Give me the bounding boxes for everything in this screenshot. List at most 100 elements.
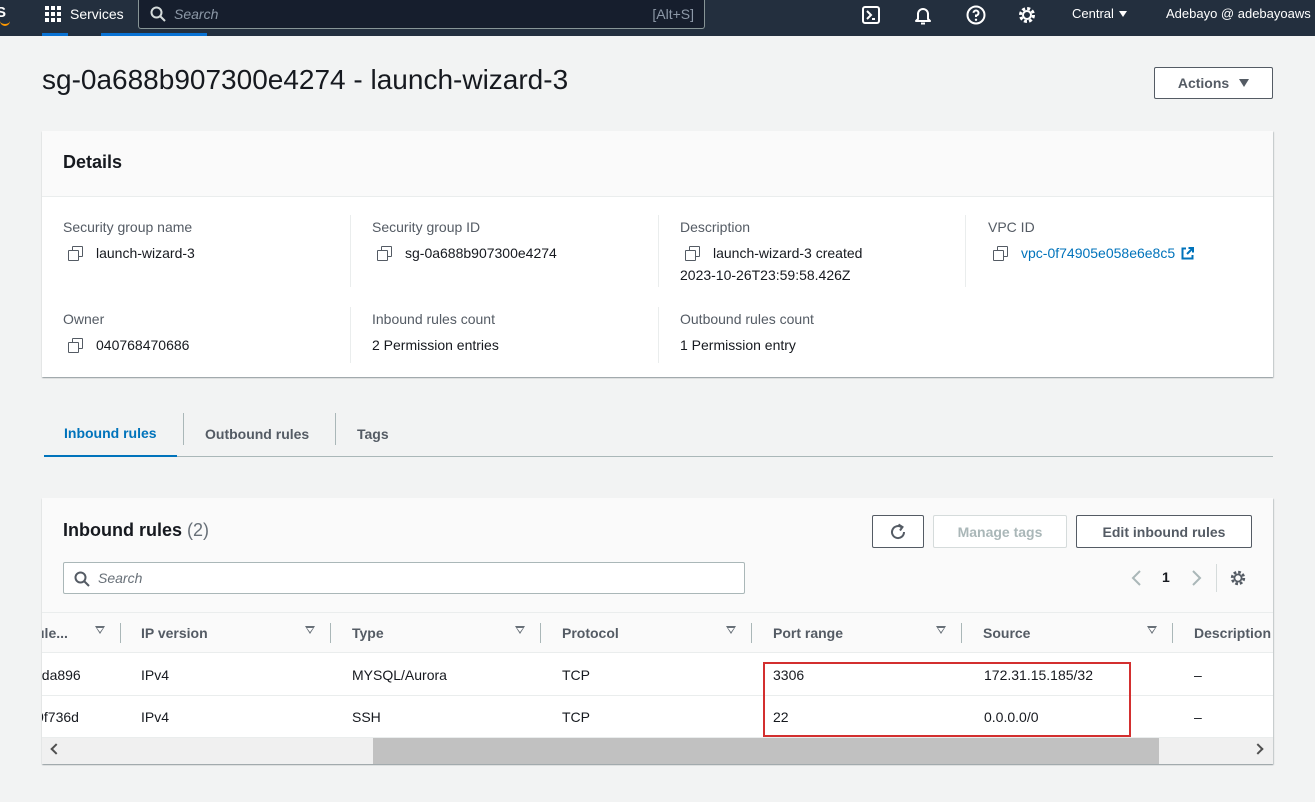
region-label: Central [1072, 6, 1114, 21]
cell-protocol: TCP [562, 709, 590, 725]
search-icon [74, 571, 90, 587]
copy-icon[interactable] [68, 338, 83, 353]
region-selector[interactable]: Central [1072, 6, 1127, 21]
details-panel: Details Security group name launch-wizar… [42, 131, 1273, 377]
sort-icon[interactable] [515, 626, 525, 634]
column-divider[interactable] [540, 623, 541, 643]
field-value: 2 Permission entries [372, 337, 499, 353]
chevron-left-icon[interactable] [1131, 570, 1143, 586]
breadcrumb-link-fragment[interactable] [42, 33, 68, 36]
column-header-description[interactable]: Description [1194, 625, 1271, 641]
sort-icon[interactable] [726, 626, 736, 634]
actions-dropdown-button[interactable]: Actions [1154, 67, 1273, 99]
top-navigation: S Services Search [Alt+S] Central Adebay… [0, 0, 1315, 36]
chevron-down-icon [1118, 11, 1127, 17]
field-label: Owner [63, 311, 105, 327]
scroll-right-arrow-icon[interactable] [1252, 743, 1264, 755]
sort-icon[interactable] [936, 626, 946, 634]
refresh-button[interactable] [872, 515, 924, 548]
inbound-rules-count-field: Inbound rules count 2 Permission entries [372, 311, 652, 356]
vpc-id-text: vpc-0f74905e058e6e8c5 [1021, 245, 1176, 261]
cell-rule-id[interactable]: 8da896 [42, 667, 81, 683]
table-row[interactable]: l9f736d IPv4 SSH TCP 22 0.0.0.0/0 – [42, 696, 1273, 738]
cell-type: SSH [352, 709, 381, 725]
cell-port-range: 3306 [773, 667, 805, 683]
account-menu[interactable]: Adebayo @ adebayoaws [1166, 6, 1311, 21]
search-icon [150, 6, 166, 22]
column-divider[interactable] [961, 623, 962, 643]
copy-icon[interactable] [993, 246, 1008, 261]
edit-inbound-rules-button[interactable]: Edit inbound rules [1076, 515, 1252, 548]
field-label: Security group name [63, 219, 193, 235]
services-menu-button[interactable]: Services [45, 0, 124, 28]
account-label: Adebayo @ adebayoaws [1166, 6, 1311, 21]
column-header-type[interactable]: Type [352, 625, 384, 641]
details-heading: Details [42, 131, 1273, 197]
description-field: Description launch-wizard-3 created 2023… [680, 219, 960, 286]
sort-icon[interactable] [1147, 626, 1157, 634]
field-value: launch-wizard-3 created [713, 245, 863, 261]
aws-logo[interactable]: S [0, 4, 14, 30]
divider [1216, 564, 1217, 592]
copy-icon[interactable] [377, 246, 392, 261]
cell-type: MYSQL/Aurora [352, 667, 447, 683]
tab-outbound-rules[interactable]: Outbound rules [184, 410, 330, 457]
cell-ip-version: IPv4 [141, 667, 170, 683]
vpc-id-link[interactable]: vpc-0f74905e058e6e8c5 [1021, 242, 1195, 264]
scroll-left-arrow-icon[interactable] [50, 743, 62, 755]
horizontal-scrollbar[interactable] [42, 738, 1273, 764]
column-header-protocol[interactable]: Protocol [562, 625, 619, 641]
cell-port-range: 22 [773, 709, 789, 725]
field-value: sg-0a688b907300e4274 [405, 245, 557, 261]
column-header-port-range[interactable]: Port range [773, 625, 843, 641]
field-value: 1 Permission entry [680, 337, 796, 353]
column-divider[interactable] [751, 623, 752, 643]
cell-source: 0.0.0.0/0 [984, 709, 1039, 725]
column-header-ip-version[interactable]: IP version [141, 625, 208, 641]
cloudshell-icon[interactable] [861, 5, 881, 25]
rules-heading: Inbound rules (2) [63, 520, 209, 541]
breadcrumb-link-fragment[interactable] [101, 33, 207, 36]
column-header-source[interactable]: Source [983, 625, 1030, 641]
page-title: sg-0a688b907300e4274 - launch-wizard-3 [42, 64, 569, 95]
rules-count: (2) [187, 520, 210, 540]
table-header: ule... IP version Type Protocol Port ran… [42, 612, 1273, 653]
column-divider[interactable] [120, 623, 121, 643]
notifications-bell-icon[interactable] [913, 5, 933, 25]
column-divider[interactable] [1172, 623, 1173, 643]
preferences-gear-icon[interactable] [1229, 569, 1247, 587]
sort-icon[interactable] [305, 626, 315, 634]
grid-icon [45, 6, 61, 22]
copy-icon[interactable] [685, 246, 700, 261]
chevron-right-icon[interactable] [1190, 570, 1202, 586]
copy-icon[interactable] [68, 246, 83, 261]
field-label: Description [680, 219, 751, 235]
cell-rule-id[interactable]: l9f736d [42, 709, 79, 725]
scrollbar-thumb[interactable] [373, 738, 1159, 764]
search-shortcut: [Alt+S] [652, 6, 694, 22]
divider [658, 307, 659, 363]
vpc-id-field: VPC ID vpc-0f74905e058e6e8c5 [988, 219, 1268, 264]
column-divider[interactable] [330, 623, 331, 643]
global-search-input[interactable]: Search [Alt+S] [138, 0, 705, 29]
owner-field: Owner 040768470686 [63, 311, 343, 356]
sort-icon[interactable] [95, 626, 105, 634]
caret-down-icon [1239, 79, 1250, 87]
table-row[interactable]: 8da896 IPv4 MYSQL/Aurora TCP 3306 172.31… [42, 654, 1273, 696]
field-label: Outbound rules count [680, 311, 814, 327]
cell-description: – [1194, 709, 1202, 725]
help-icon[interactable] [966, 5, 986, 25]
tab-bar: Inbound rules Outbound rules Tags [44, 410, 1273, 457]
manage-tags-button[interactable]: Manage tags [933, 515, 1067, 548]
rules-search-input[interactable]: Search [63, 562, 745, 594]
refresh-icon [891, 523, 906, 539]
search-placeholder: Search [174, 6, 219, 22]
tab-tags[interactable]: Tags [336, 410, 410, 457]
tab-inbound-rules[interactable]: Inbound rules [44, 410, 177, 457]
divider [658, 215, 659, 287]
settings-gear-icon[interactable] [1017, 5, 1037, 25]
rules-header: Inbound rules (2) Manage tags Edit inbou… [42, 498, 1273, 612]
column-header-rule-id[interactable]: ule... [42, 625, 68, 641]
page-number[interactable]: 1 [1162, 569, 1170, 585]
external-link-icon [1181, 247, 1195, 260]
